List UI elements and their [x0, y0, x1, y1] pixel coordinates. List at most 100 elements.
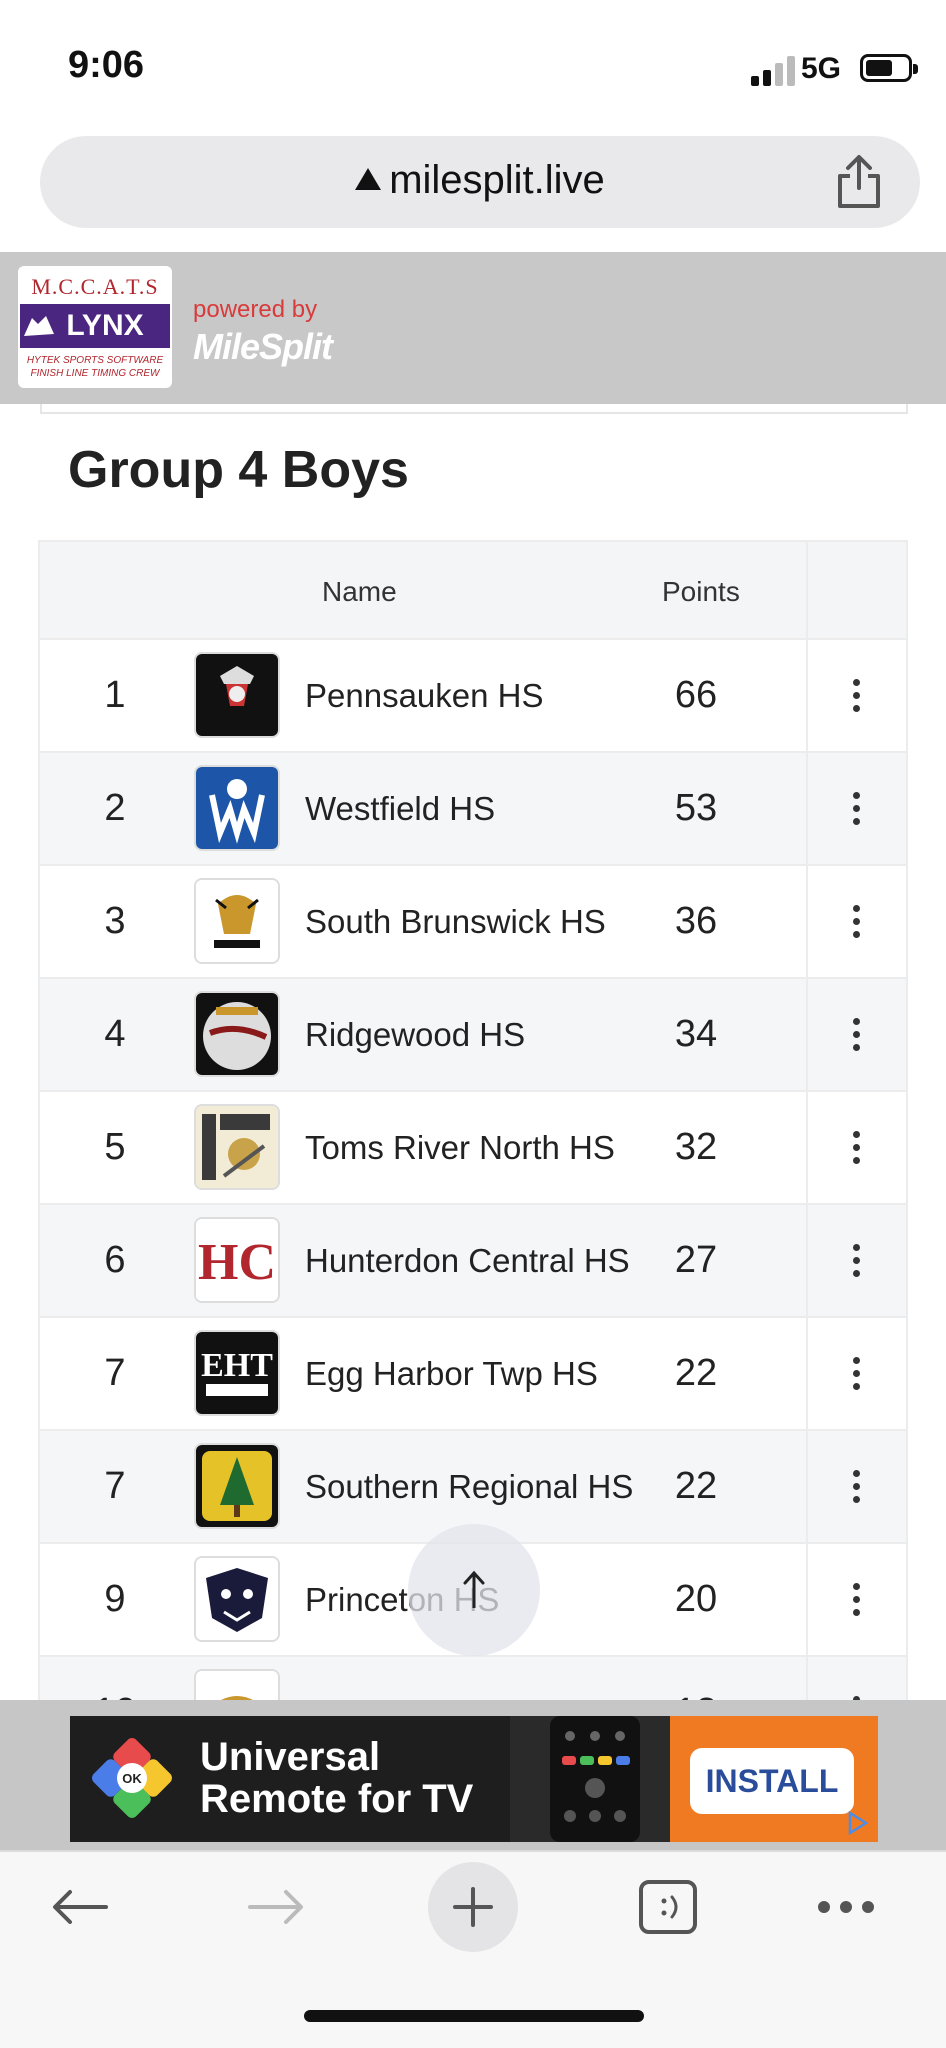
team-logo [194, 1556, 280, 1642]
signal-icon [751, 56, 795, 86]
share-icon[interactable] [834, 154, 884, 210]
address-bar[interactable]: milesplit.live [40, 136, 920, 228]
team-rank: 3 [104, 900, 126, 942]
remote-dpad-icon: OK [92, 1738, 172, 1818]
team-rank: 7 [104, 1352, 126, 1394]
mccats-lynx-logo[interactable]: M.C.C.A.T.S LYNX HYTEK SPORTS SOFTWARE FI… [18, 266, 172, 388]
more-button[interactable] [806, 1852, 886, 1962]
powered-by-text: powered by [193, 296, 318, 323]
page-title: Group 4 Boys [68, 441, 409, 499]
team-rank: 9 [104, 1578, 126, 1620]
team-logo [194, 1104, 280, 1190]
vertical-ellipsis-icon [852, 1354, 860, 1393]
team-rank: 6 [104, 1239, 126, 1281]
team-points: 32 [674, 1126, 718, 1168]
team-rank: 5 [104, 1126, 126, 1168]
milesplit-brand[interactable]: MileSplit [193, 326, 333, 368]
team-points: 66 [674, 674, 718, 716]
adchoices-icon[interactable] [844, 1810, 870, 1836]
vertical-ellipsis-icon [852, 1015, 860, 1054]
column-header-name[interactable]: Name [322, 576, 397, 608]
team-name[interactable]: Toms River North HS [305, 1092, 635, 1203]
table-header: Name Points [40, 542, 906, 640]
vertical-ellipsis-icon [852, 1580, 860, 1619]
row-menu-button[interactable] [806, 640, 906, 751]
new-tab-button[interactable] [428, 1862, 518, 1952]
vertical-ellipsis-icon [852, 1241, 860, 1280]
table-row[interactable]: 2 Westfield HS 53 [40, 753, 906, 866]
svg-text:HC: HC [198, 1234, 276, 1291]
team-name[interactable]: South Brunswick HS [305, 866, 635, 977]
home-indicator [304, 2010, 644, 2022]
row-menu-button[interactable] [806, 753, 906, 864]
svg-text:EHT: EHT [201, 1347, 273, 1384]
team-points: 34 [674, 1013, 718, 1055]
table-row[interactable]: 7 EHT Egg Harbor Twp HS 22 [40, 1318, 906, 1431]
team-name[interactable]: Ridgewood HS [305, 979, 635, 1090]
vertical-ellipsis-icon [852, 789, 860, 828]
install-button[interactable]: INSTALL [690, 1748, 854, 1814]
team-rank: 4 [104, 1013, 126, 1055]
row-menu-button[interactable] [806, 1092, 906, 1203]
row-menu-button[interactable] [806, 1431, 906, 1542]
team-points: 22 [674, 1465, 718, 1507]
team-rank: 2 [104, 787, 126, 829]
status-time: 9:06 [68, 44, 145, 86]
team-name[interactable]: Westfield HS [305, 753, 635, 864]
team-logo [194, 991, 280, 1077]
team-logo [194, 878, 280, 964]
team-name[interactable]: Pennsauken HS [305, 640, 635, 751]
scroll-to-top-button[interactable] [408, 1524, 540, 1656]
row-menu-button[interactable] [806, 1205, 906, 1316]
remote-image [510, 1716, 675, 1842]
team-rank: 7 [104, 1465, 126, 1507]
ad-universal-remote[interactable]: OK Universal Remote for TV INSTALL [70, 1716, 878, 1842]
table-row[interactable]: 6 HC Hunterdon Central HS 27 [40, 1205, 906, 1318]
site-header: M.C.C.A.T.S LYNX HYTEK SPORTS SOFTWARE FI… [0, 252, 946, 404]
back-button[interactable] [40, 1852, 120, 1962]
svg-text:OK: OK [122, 1771, 142, 1786]
ad-headline: Universal Remote for TV [200, 1735, 474, 1821]
row-menu-button[interactable] [806, 1544, 906, 1655]
vertical-ellipsis-icon [852, 1128, 860, 1167]
status-bar: 9:06 5G [0, 0, 946, 130]
vertical-ellipsis-icon [852, 902, 860, 941]
vertical-ellipsis-icon [852, 1467, 860, 1506]
arrow-up-icon [463, 1570, 485, 1608]
row-menu-button[interactable] [806, 866, 906, 977]
team-name[interactable]: Egg Harbor Twp HS [305, 1318, 635, 1429]
url-text: milesplit.live [389, 158, 605, 202]
forward-button[interactable] [236, 1852, 316, 1962]
team-points: 53 [674, 787, 718, 829]
row-menu-button[interactable] [806, 1318, 906, 1429]
team-name[interactable]: Hunterdon Central HS [305, 1205, 635, 1316]
team-logo [194, 765, 280, 851]
table-row[interactable]: 1 Pennsauken HS 66 [40, 640, 906, 753]
team-points: 20 [674, 1578, 718, 1620]
plus-icon [453, 1887, 493, 1927]
team-points: 27 [674, 1239, 718, 1281]
team-points: 36 [674, 900, 718, 942]
arrow-left-icon [53, 1890, 108, 1924]
team-rank: 1 [104, 674, 126, 716]
lynx-cat-icon [24, 316, 54, 336]
team-points: 22 [674, 1352, 718, 1394]
arrow-right-icon [248, 1890, 303, 1924]
team-logo: EHT [194, 1330, 280, 1416]
table-row[interactable]: 5 Toms River North HS 32 [40, 1092, 906, 1205]
column-header-points[interactable]: Points [662, 576, 740, 608]
tabs-icon [639, 1880, 697, 1934]
team-logo: HC [194, 1217, 280, 1303]
table-row[interactable]: 4 Ridgewood HS 34 [40, 979, 906, 1092]
team-logo [194, 1443, 280, 1529]
vertical-ellipsis-icon [852, 676, 860, 715]
tabs-button[interactable] [628, 1852, 708, 1962]
row-menu-button[interactable] [806, 979, 906, 1090]
table-row[interactable]: 3 South Brunswick HS 36 [40, 866, 906, 979]
ad-banner: OK Universal Remote for TV INSTALL [0, 1700, 946, 1850]
team-logo [194, 652, 280, 738]
url-display[interactable]: milesplit.live [40, 158, 920, 203]
network-type: 5G [801, 52, 842, 85]
battery-icon [860, 54, 918, 82]
warning-icon [355, 168, 382, 191]
